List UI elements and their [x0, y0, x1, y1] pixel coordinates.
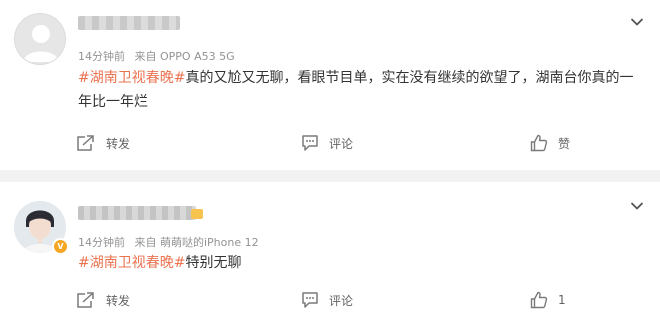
like-count: 1: [558, 293, 566, 307]
post-meta: 14分钟前 来自 萌萌哒的iPhone 12: [78, 234, 265, 250]
like-label: 赞: [558, 136, 571, 151]
avatar[interactable]: [14, 13, 66, 65]
post-time[interactable]: 14分钟前: [78, 50, 125, 63]
post-actions: 转发 评论 1: [0, 290, 660, 310]
thumbs-up-icon: [530, 291, 548, 309]
vip-badge-icon: V: [52, 238, 69, 255]
username-blurred[interactable]: [78, 206, 196, 220]
post-source: 来自 OPPO A53 5G: [134, 50, 235, 63]
repost-label: 转发: [106, 136, 131, 151]
comment-icon: [302, 292, 318, 308]
post-time[interactable]: 14分钟前: [78, 236, 125, 249]
post-content: #湖南卫视春晚#真的又尬又无聊，看眼节目单，实在没有继续的欲望了，湖南台你真的一…: [78, 66, 644, 114]
comment-button[interactable]: 评论: [301, 290, 353, 310]
thumbs-up-icon: [530, 134, 548, 152]
repost-icon: [77, 135, 94, 151]
chevron-down-icon[interactable]: [630, 196, 644, 210]
username-blurred[interactable]: [78, 16, 180, 30]
comment-label: 评论: [329, 293, 354, 308]
default-avatar-icon: [23, 25, 59, 62]
weibo-post-1: 14分钟前 来自 OPPO A53 5G #湖南卫视春晚#真的又尬又无聊，看眼节…: [0, 0, 660, 170]
like-button[interactable]: 1: [530, 290, 566, 310]
post-source: 来自 萌萌哒的iPhone 12: [134, 236, 259, 249]
repost-icon: [77, 292, 94, 308]
hashtag-link[interactable]: #湖南卫视春晚#: [78, 255, 185, 271]
post-meta: 14分钟前 来自 OPPO A53 5G: [78, 48, 241, 64]
weibo-post-2: V 14分钟前 来自 萌萌哒的iPhone 12 #湖南卫视春晚#特别无聊 转发: [0, 182, 660, 314]
chevron-down-icon[interactable]: [630, 12, 644, 26]
repost-button[interactable]: 转发: [76, 133, 130, 153]
comment-icon: [302, 135, 318, 151]
comment-button[interactable]: 评论: [301, 133, 353, 153]
post-text: 特别无聊: [185, 255, 242, 271]
post-content: #湖南卫视春晚#特别无聊: [78, 251, 644, 275]
hashtag-link[interactable]: #湖南卫视春晚#: [78, 70, 185, 86]
repost-label: 转发: [106, 293, 131, 308]
post-actions: 转发 评论 赞: [0, 133, 660, 153]
post-divider: [0, 170, 660, 182]
member-level-icon: [191, 209, 203, 219]
like-button[interactable]: 赞: [530, 133, 570, 153]
comment-label: 评论: [329, 136, 354, 151]
repost-button[interactable]: 转发: [76, 290, 130, 310]
